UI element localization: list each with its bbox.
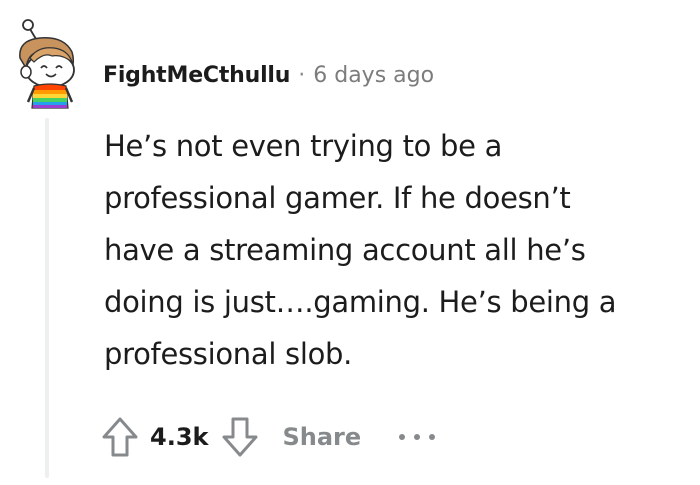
- comment-body-line: professional gamer. If he doesn’t: [104, 181, 571, 215]
- comment-body-line: doing is just….gaming. He’s being a: [104, 285, 617, 319]
- username-link[interactable]: FightMeCthullu: [103, 63, 290, 88]
- comment-meta: FightMeCthullu · 6 days ago: [103, 58, 434, 92]
- thread-line[interactable]: [45, 118, 49, 478]
- more-options-icon[interactable]: [395, 427, 439, 447]
- comment-actions: 4.3k Share: [100, 412, 439, 462]
- comment: FightMeCthullu · 6 days ago He’s not eve…: [0, 0, 700, 485]
- comment-body: He’s not even trying to be a professiona…: [104, 120, 694, 380]
- meta-separator: ·: [298, 62, 306, 88]
- timestamp[interactable]: 6 days ago: [313, 63, 434, 88]
- upvote-arrow-icon[interactable]: [100, 415, 140, 459]
- comment-body-line: He’s not even trying to be a: [104, 129, 503, 163]
- share-button[interactable]: Share: [282, 423, 361, 451]
- comment-body-line: have a streaming account all he’s: [104, 233, 586, 267]
- comment-body-line: professional slob.: [104, 337, 353, 371]
- downvote-arrow-icon[interactable]: [220, 415, 260, 459]
- snoo-avatar-icon[interactable]: [8, 18, 84, 110]
- vote-score: 4.3k: [150, 423, 209, 451]
